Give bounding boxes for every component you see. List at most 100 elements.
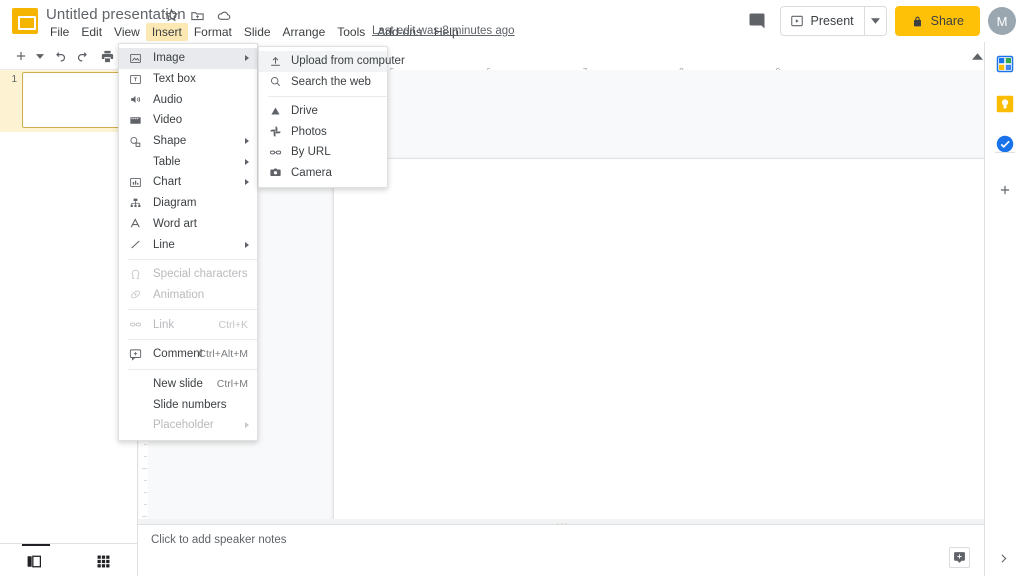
submenu-item-label: Camera — [291, 166, 332, 179]
google-keep-icon[interactable] — [996, 95, 1014, 113]
share-label: Share — [930, 14, 964, 28]
insert-menu-item-slide-numbers[interactable]: Slide numbers — [119, 394, 257, 415]
new-slide-caret[interactable] — [34, 45, 46, 67]
undo-button[interactable] — [48, 45, 70, 67]
menu-file[interactable]: File — [44, 23, 75, 41]
grid-view-icon[interactable] — [91, 552, 115, 570]
share-button[interactable]: Share — [894, 6, 980, 36]
image-submenu-item-drive[interactable]: Drive — [259, 101, 387, 122]
menu-item-label: Chart — [153, 176, 182, 189]
print-button[interactable] — [96, 45, 118, 67]
chart-icon — [128, 175, 142, 189]
insert-menu-item-comment[interactable]: Comment Ctrl+Alt+M — [119, 344, 257, 365]
present-dropdown-caret[interactable] — [863, 7, 886, 35]
chevron-up-icon — [971, 52, 983, 60]
lock-icon — [913, 16, 921, 26]
menu-item-label: Word art — [153, 217, 197, 230]
undo-icon — [55, 51, 65, 61]
insert-menu-item-word-art[interactable]: Word art — [119, 214, 257, 235]
text-box-icon — [128, 72, 142, 86]
menu-item-shortcut: Ctrl+Alt+M — [198, 348, 248, 361]
submenu-item-label: Upload from computer — [291, 55, 405, 68]
insert-menu-item-line[interactable]: Line — [119, 234, 257, 255]
special-characters-icon — [128, 267, 142, 281]
side-panel-rail — [984, 42, 1024, 576]
expand-panel-chevron-right-icon[interactable] — [997, 552, 1010, 565]
menu-item-label: Link — [153, 318, 175, 331]
star-icon[interactable] — [164, 8, 180, 24]
insert-menu-item-image[interactable]: Image — [119, 48, 257, 69]
redo-button[interactable] — [72, 45, 94, 67]
upload-icon — [268, 54, 282, 68]
last-edit-status[interactable]: Last edit was 8 minutes ago — [372, 25, 515, 37]
animation-icon — [128, 288, 142, 302]
insert-menu-item-new-slide[interactable]: New slide Ctrl+M — [119, 374, 257, 395]
shape-icon — [128, 134, 142, 148]
move-to-folder-icon[interactable] — [190, 8, 206, 24]
menu-format[interactable]: Format — [188, 23, 238, 41]
submenu-item-label: Drive — [291, 105, 318, 118]
image-submenu-item-by-url[interactable]: By URL — [259, 142, 387, 163]
image-submenu-item-search-the-web[interactable]: Search the web — [259, 72, 387, 93]
menu-insert[interactable]: Insert — [145, 23, 188, 41]
line-icon — [128, 238, 142, 252]
menu-item-shortcut: Ctrl+K — [218, 318, 248, 331]
filmstrip-view-icon[interactable] — [22, 552, 46, 570]
cloud-saved-icon[interactable] — [216, 8, 232, 24]
slide-number-label: 1 — [11, 74, 17, 85]
submenu-arrow-icon — [245, 241, 249, 248]
add-addon-plus-icon[interactable] — [996, 181, 1014, 199]
menu-item-label: Diagram — [153, 197, 197, 210]
new-slide-button[interactable] — [10, 45, 32, 67]
link-icon — [128, 318, 142, 332]
present-button-group[interactable]: Present — [779, 6, 887, 36]
submenu-arrow-icon — [245, 55, 249, 62]
menu-arrange[interactable]: Arrange — [277, 23, 332, 41]
avatar[interactable]: M — [988, 7, 1016, 35]
insert-menu-popup: Image Text box Audio Video Shape Table Chart Di… — [118, 43, 258, 441]
insert-menu-item-chart[interactable]: Chart — [119, 172, 257, 193]
comment-icon[interactable] — [742, 6, 772, 36]
audio-icon — [128, 93, 142, 107]
menu-edit[interactable]: Edit — [75, 23, 108, 41]
insert-menu-item-diagram[interactable]: Diagram — [119, 193, 257, 214]
insert-menu-item-placeholder: Placeholder — [119, 415, 257, 436]
menu-separator — [128, 368, 257, 370]
slide-thumbnail-preview[interactable] — [22, 72, 122, 128]
menu-item-label: Animation — [153, 288, 205, 301]
menu-slide[interactable]: Slide — [238, 23, 277, 41]
google-tasks-icon[interactable] — [996, 135, 1014, 153]
insert-menu-item-text-box[interactable]: Text box — [119, 69, 257, 90]
menu-separator — [128, 309, 257, 311]
menu-view[interactable]: View — [108, 23, 146, 41]
insert-menu-item-audio[interactable]: Audio — [119, 89, 257, 110]
filmstrip-selected-indicator — [22, 544, 50, 546]
image-submenu-item-photos[interactable]: Photos — [259, 122, 387, 143]
submenu-item-label: Search the web — [291, 75, 371, 88]
speaker-notes-placeholder: Click to add speaker notes — [151, 534, 287, 546]
menu-separator — [128, 258, 257, 260]
insert-menu-item-shape[interactable]: Shape — [119, 131, 257, 152]
present-button[interactable]: Present — [781, 7, 864, 35]
video-icon — [128, 113, 142, 127]
menu-item-label: Placeholder — [153, 419, 214, 432]
google-calendar-icon[interactable] — [996, 55, 1014, 73]
insert-menu-item-video[interactable]: Video — [119, 110, 257, 131]
submenu-arrow-icon — [245, 158, 249, 165]
submenu-arrow-icon — [245, 138, 249, 145]
submenu-arrow-icon — [245, 422, 249, 429]
present-icon — [790, 15, 803, 27]
speaker-notes-panel[interactable]: Click to add speaker notes — [138, 524, 986, 576]
menu-tools[interactable]: Tools — [331, 23, 371, 41]
insert-menu-item-table[interactable]: Table — [119, 151, 257, 172]
menu-item-label: Slide numbers — [153, 398, 227, 411]
image-submenu-item-camera[interactable]: Camera — [259, 163, 387, 184]
slide-canvas[interactable] — [333, 158, 1024, 576]
submenu-item-label: Photos — [291, 125, 327, 138]
redo-icon — [77, 51, 87, 61]
vertical-ruler-tick — [142, 516, 147, 517]
insert-menu-item-animation: Animation — [119, 285, 257, 306]
google-slides-logo — [12, 8, 38, 34]
speaker-notes-icon[interactable] — [949, 547, 970, 568]
image-submenu-item-upload-from-computer[interactable]: Upload from computer — [259, 51, 405, 72]
